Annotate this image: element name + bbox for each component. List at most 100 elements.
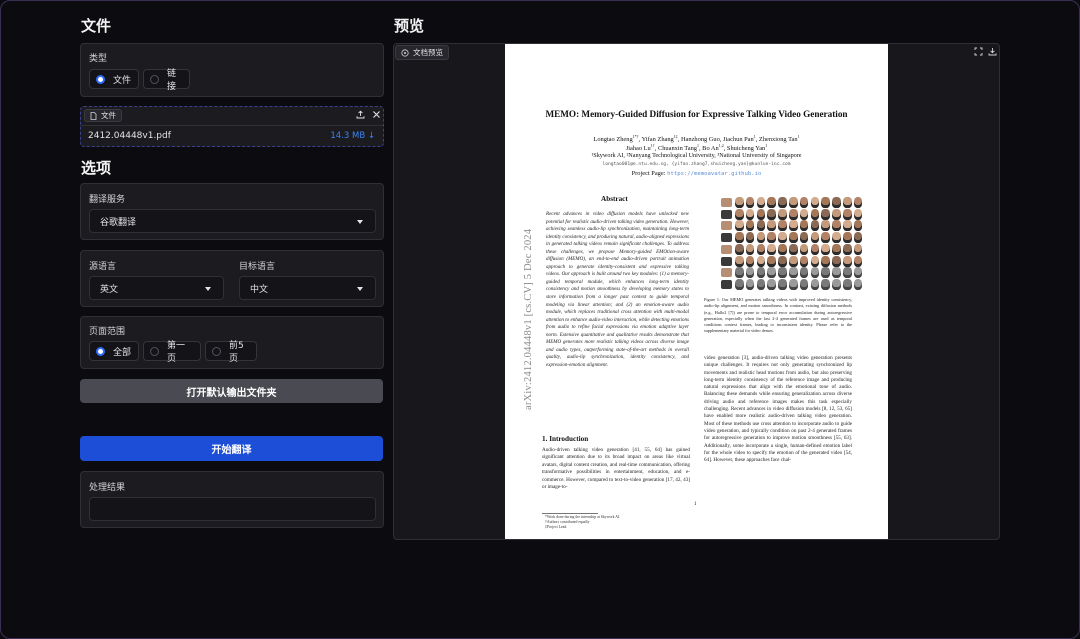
figure-face-thumbnail <box>756 278 766 290</box>
range-option-first-page[interactable]: 第一页 <box>143 341 201 364</box>
range-option-all-label: 全部 <box>113 347 132 358</box>
figure-face-thumbnail <box>789 243 798 255</box>
pdf-page[interactable]: MEMO: Memory-Guided Diffusion for Expres… <box>505 44 888 539</box>
figure-face-thumbnail <box>810 267 820 279</box>
figure-face-thumbnail <box>821 197 830 208</box>
figure-face-thumbnail <box>767 278 776 290</box>
range-option-first-5-label: 前5页 <box>229 341 244 364</box>
file-size-download-link[interactable]: 14.3 MB ↓ <box>330 131 375 141</box>
file-section-title: 文件 <box>81 17 112 35</box>
range-option-first-5[interactable]: 前5页 <box>205 341 257 364</box>
file-upload-panel[interactable]: 文件 2412.04448v1.pdf 14.3 MB ↓ <box>80 106 384 147</box>
footnote-rule <box>542 513 598 514</box>
radio-dot <box>150 346 159 356</box>
figure-face-thumbnail <box>789 197 798 208</box>
type-option-file[interactable]: 文件 <box>89 69 139 89</box>
open-output-folder-button[interactable]: 打开默认输出文件夹 <box>80 379 383 403</box>
paper-affiliations: ¹Skywork AI, ²Nanyang Technological Univ… <box>591 152 802 159</box>
chevron-down-icon <box>357 287 363 291</box>
paper-authors-line-1: Longtao Zheng1*†, Yifan Zhang1‡, Hanzhon… <box>593 134 800 144</box>
file-name[interactable]: 2412.04448v1.pdf <box>88 131 171 141</box>
figure-face-thumbnail <box>853 278 863 290</box>
figure-face-thumbnail <box>853 255 863 267</box>
service-select[interactable]: 谷歌翻译 <box>89 209 376 233</box>
figure-row-label <box>721 198 732 207</box>
preview-chip-label: 文档预览 <box>413 48 443 57</box>
figure-face-thumbnail <box>735 243 744 255</box>
source-language-value: 英文 <box>100 284 119 295</box>
file-icon <box>90 111 97 120</box>
result-output[interactable] <box>89 497 376 521</box>
upload-icon[interactable] <box>356 110 365 119</box>
service-panel: 翻译服务 谷歌翻译 <box>80 183 384 240</box>
figure-face-thumbnail <box>843 243 852 255</box>
figure-face-thumbnail <box>745 267 755 279</box>
figure-face-thumbnail <box>767 243 776 255</box>
figure-row-label <box>721 279 732 289</box>
figure-face-thumbnail <box>789 220 798 232</box>
type-option-file-label: 文件 <box>113 75 132 86</box>
chevron-down-icon <box>205 287 211 291</box>
figure-face-thumbnail <box>778 232 787 244</box>
type-panel: 类型 文件 链接 <box>80 43 384 97</box>
figure-face-thumbnail <box>821 243 830 255</box>
figure-face-thumbnail <box>853 220 863 232</box>
figure-row-label <box>721 256 732 266</box>
figure-face-thumbnail <box>756 243 766 255</box>
figure-face-thumbnail <box>843 278 852 290</box>
divider <box>81 125 383 126</box>
service-label: 翻译服务 <box>89 195 126 205</box>
target-language-label: 目标语言 <box>239 262 276 272</box>
radio-dot-selected <box>96 346 105 356</box>
target-language-select[interactable]: 中文 <box>239 276 376 300</box>
language-panel: 源语言 英文 目标语言 中文 <box>80 250 384 307</box>
figure-face-thumbnail <box>778 255 787 267</box>
download-icon[interactable] <box>988 47 997 56</box>
figure-face-thumbnail <box>745 197 755 208</box>
figure-face-thumbnail <box>843 197 852 208</box>
footnote-3: ‡Project Lead. <box>545 525 568 529</box>
figure-face-thumbnail <box>735 232 744 244</box>
figure-face-thumbnail <box>789 267 798 279</box>
figure-face-thumbnail <box>843 208 852 220</box>
figure-face-thumbnail <box>832 255 841 267</box>
figure-face-thumbnail <box>810 232 820 244</box>
type-option-link[interactable]: 链接 <box>143 69 190 92</box>
paper-project-link: https://memoavatar.github.io <box>667 171 762 177</box>
paper-title: MEMO: Memory-Guided Diffusion for Expres… <box>545 109 848 119</box>
service-select-value: 谷歌翻译 <box>100 217 137 228</box>
figure-face-thumbnail <box>821 208 830 220</box>
figure-face-thumbnail <box>735 208 744 220</box>
type-option-link-label: 链接 <box>167 69 177 92</box>
figure-face-thumbnail <box>767 197 776 208</box>
figure-face-thumbnail <box>810 220 820 232</box>
close-icon[interactable] <box>372 110 381 119</box>
figure-face-thumbnail <box>799 267 809 279</box>
figure-face-thumbnail <box>745 243 755 255</box>
target-language-value: 中文 <box>250 284 269 295</box>
start-translate-button[interactable]: 开始翻译 <box>80 436 383 461</box>
figure-row-label <box>721 233 732 243</box>
paper-emails: longtao001@e.ntu.edu.sg, {yifan.zhang7,s… <box>602 162 791 167</box>
range-option-all[interactable]: 全部 <box>89 341 139 361</box>
range-option-first-page-label: 第一页 <box>167 341 186 364</box>
figure-face-thumbnail <box>756 267 766 279</box>
options-section-title: 选项 <box>81 159 112 177</box>
figure-face-thumbnail <box>756 255 766 267</box>
source-language-select[interactable]: 英文 <box>89 276 224 300</box>
fullscreen-icon[interactable] <box>974 47 983 56</box>
figure-1-image <box>719 194 866 294</box>
figure-row-label <box>721 209 732 219</box>
figure-face-thumbnail <box>843 232 852 244</box>
figure-face-thumbnail <box>832 197 841 208</box>
figure-face-thumbnail <box>810 243 820 255</box>
figure-face-thumbnail <box>799 220 809 232</box>
figure-face-thumbnail <box>789 208 798 220</box>
figure-face-thumbnail <box>767 220 776 232</box>
footnote-2: †Authors contributed equally <box>545 520 590 524</box>
figure-row-label <box>721 268 732 278</box>
paper-project-page: Project Page: https://memoavatar.github.… <box>631 170 762 177</box>
figure-face-thumbnail <box>745 220 755 232</box>
figure-face-thumbnail <box>756 208 766 220</box>
figure-face-thumbnail <box>735 197 744 208</box>
